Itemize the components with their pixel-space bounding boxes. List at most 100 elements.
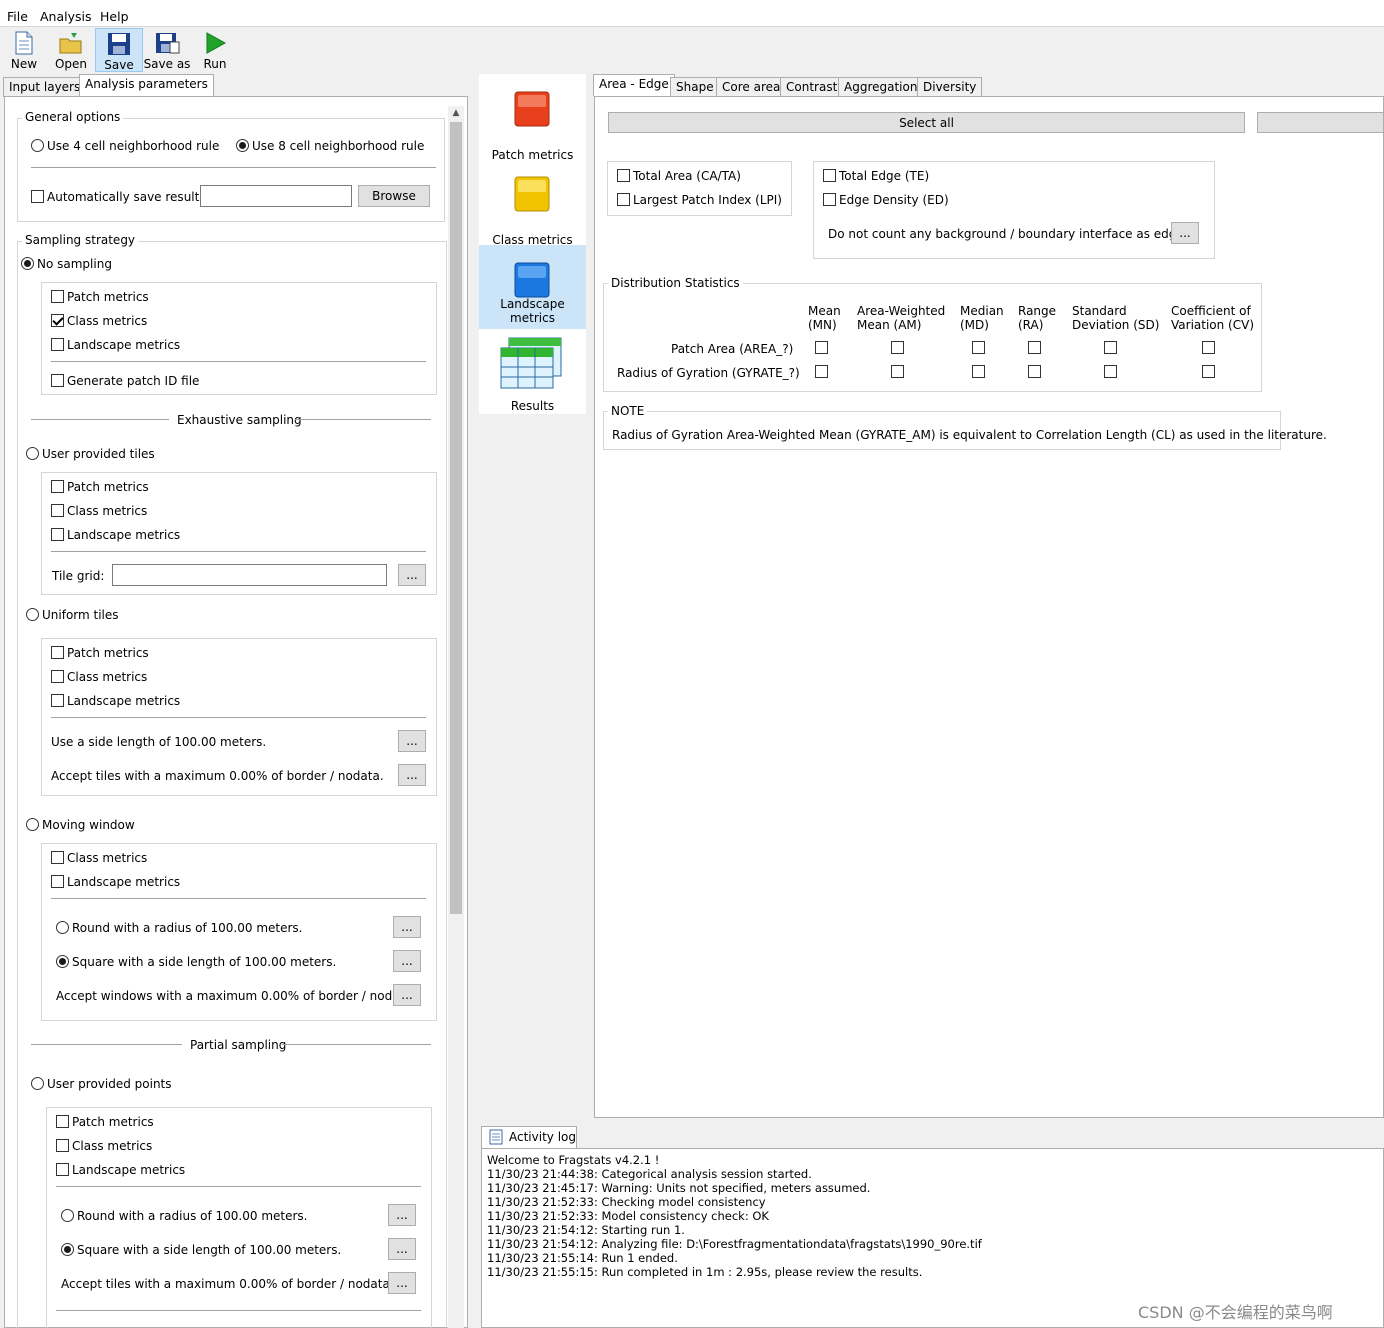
tab-diversity[interactable]: Diversity	[917, 77, 983, 97]
play-icon	[206, 32, 227, 54]
round-window-label: Round with a radius of 100.00 meters.	[72, 921, 303, 935]
col-range-abbr: (RA)	[1018, 318, 1044, 332]
no-sampling-patch-checkbox[interactable]	[51, 290, 64, 303]
square-window-button[interactable]: ...	[393, 950, 421, 972]
no-sampling-landscape-label: Landscape metrics	[67, 338, 181, 352]
area-mn-checkbox[interactable]	[815, 341, 828, 354]
no-sampling-landscape-checkbox[interactable]	[51, 338, 64, 351]
menu-analysis[interactable]: Analysis	[40, 9, 92, 24]
tab-area-edge[interactable]: Area - Edge	[593, 74, 675, 96]
user-tiles-radio[interactable]	[26, 447, 39, 460]
round-window-radio[interactable]	[56, 921, 69, 934]
area-ra-checkbox[interactable]	[1028, 341, 1041, 354]
scroll-up-icon[interactable]: ▲	[450, 108, 462, 120]
browse-button[interactable]: Browse	[358, 185, 430, 207]
uniform-tiles-class-checkbox[interactable]	[51, 670, 64, 683]
tab-input-layers[interactable]: Input layers	[3, 77, 87, 97]
area-sd-checkbox[interactable]	[1104, 341, 1117, 354]
lpi-checkbox[interactable]	[617, 193, 630, 206]
uniform-tiles-patch-checkbox[interactable]	[51, 646, 64, 659]
gyrate-cv-checkbox[interactable]	[1202, 365, 1215, 378]
user-points-class-label: Class metrics	[72, 1139, 153, 1153]
area-am-checkbox[interactable]	[891, 341, 904, 354]
divider	[282, 1044, 431, 1045]
edge-options-button[interactable]: ...	[1171, 222, 1199, 244]
gyrate-ra-checkbox[interactable]	[1028, 365, 1041, 378]
tab-shape[interactable]: Shape	[670, 77, 720, 97]
total-edge-checkbox[interactable]	[823, 169, 836, 182]
accept-points-button[interactable]: ...	[388, 1272, 416, 1294]
no-sampling-radio[interactable]	[21, 257, 34, 270]
moving-window-radio[interactable]	[26, 818, 39, 831]
divider	[56, 1310, 421, 1311]
total-area-checkbox[interactable]	[617, 169, 630, 182]
tile-grid-input[interactable]	[112, 564, 387, 586]
user-points-radio[interactable]	[31, 1077, 44, 1090]
nav-class-metrics[interactable]: Class metrics	[479, 167, 586, 251]
menu-file[interactable]: File	[7, 9, 28, 24]
no-sampling-class-label: Class metrics	[67, 314, 148, 328]
auto-save-checkbox[interactable]	[31, 190, 44, 203]
moving-window-landscape-checkbox[interactable]	[51, 875, 64, 888]
tab-contrast[interactable]: Contrast	[780, 77, 844, 97]
log-line: 11/30/23 21:52:33: Checking model consis…	[487, 1195, 766, 1209]
accept-points-label: Accept tiles with a maximum 0.00% of bor…	[61, 1277, 394, 1291]
user-points-patch-checkbox[interactable]	[56, 1115, 69, 1128]
scrollbar-thumb[interactable]	[450, 122, 462, 914]
save-as-button[interactable]: Save as	[143, 28, 191, 72]
user-tiles-landscape-checkbox[interactable]	[51, 528, 64, 541]
nav-landscape-metrics[interactable]: Landscape metrics	[479, 245, 586, 329]
square-points-label: Square with a side length of 100.00 mete…	[77, 1243, 342, 1257]
round-points-button[interactable]: ...	[388, 1204, 416, 1226]
moving-window-class-checkbox[interactable]	[51, 851, 64, 864]
menu-help[interactable]: Help	[100, 9, 129, 24]
tab-aggregation[interactable]: Aggregation	[838, 77, 924, 97]
gyrate-md-checkbox[interactable]	[972, 365, 985, 378]
square-points-button[interactable]: ...	[388, 1238, 416, 1260]
nav-patch-metrics[interactable]: Patch metrics	[479, 82, 586, 166]
user-points-class-checkbox[interactable]	[56, 1139, 69, 1152]
gyrate-sd-checkbox[interactable]	[1104, 365, 1117, 378]
exhaustive-sampling-heading: Exhaustive sampling	[177, 413, 302, 427]
auto-save-path-input[interactable]	[200, 185, 352, 207]
col-std-abbr: Deviation (SD)	[1072, 318, 1160, 332]
run-button[interactable]: Run	[191, 28, 239, 72]
area-cv-checkbox[interactable]	[1202, 341, 1215, 354]
menu-bar: File Analysis Help	[0, 0, 1384, 27]
square-window-radio[interactable]	[56, 955, 69, 968]
user-tiles-patch-checkbox[interactable]	[51, 480, 64, 493]
round-window-button[interactable]: ...	[393, 916, 421, 938]
user-points-landscape-label: Landscape metrics	[72, 1163, 186, 1177]
gyrate-am-checkbox[interactable]	[891, 365, 904, 378]
nav-results[interactable]: Results	[479, 333, 586, 417]
square-window-label: Square with a side length of 100.00 mete…	[72, 955, 337, 969]
gen-patch-id-checkbox[interactable]	[51, 374, 64, 387]
user-tiles-class-checkbox[interactable]	[51, 504, 64, 517]
square-points-radio[interactable]	[61, 1243, 74, 1256]
round-points-radio[interactable]	[61, 1209, 74, 1222]
side-length-label: Use a side length of 100.00 meters.	[51, 735, 267, 749]
select-all-button[interactable]: Select all	[608, 112, 1245, 133]
open-button[interactable]: Open	[47, 28, 95, 72]
tile-grid-browse-button[interactable]: ...	[398, 564, 426, 586]
row-patch-area: Patch Area (AREA_?)	[671, 342, 794, 356]
new-file-icon	[15, 31, 33, 55]
deselect-all-button[interactable]	[1257, 112, 1384, 133]
area-md-checkbox[interactable]	[972, 341, 985, 354]
rule8-radio[interactable]	[236, 139, 249, 152]
gyrate-mn-checkbox[interactable]	[815, 365, 828, 378]
rule4-radio[interactable]	[31, 139, 44, 152]
tab-core-area[interactable]: Core area	[716, 77, 787, 97]
tab-activity-log[interactable]: Activity log	[481, 1126, 577, 1148]
uniform-tiles-landscape-checkbox[interactable]	[51, 694, 64, 707]
new-button[interactable]: New	[0, 28, 48, 72]
accept-tiles-button[interactable]: ...	[398, 764, 426, 786]
accept-windows-button[interactable]: ...	[393, 984, 421, 1006]
edge-density-checkbox[interactable]	[823, 193, 836, 206]
user-points-landscape-checkbox[interactable]	[56, 1163, 69, 1176]
uniform-tiles-radio[interactable]	[26, 608, 39, 621]
save-button[interactable]: Save	[95, 28, 143, 72]
no-sampling-class-checkbox[interactable]	[51, 314, 64, 327]
side-length-button[interactable]: ...	[398, 730, 426, 752]
tab-analysis-parameters[interactable]: Analysis parameters	[79, 74, 214, 96]
